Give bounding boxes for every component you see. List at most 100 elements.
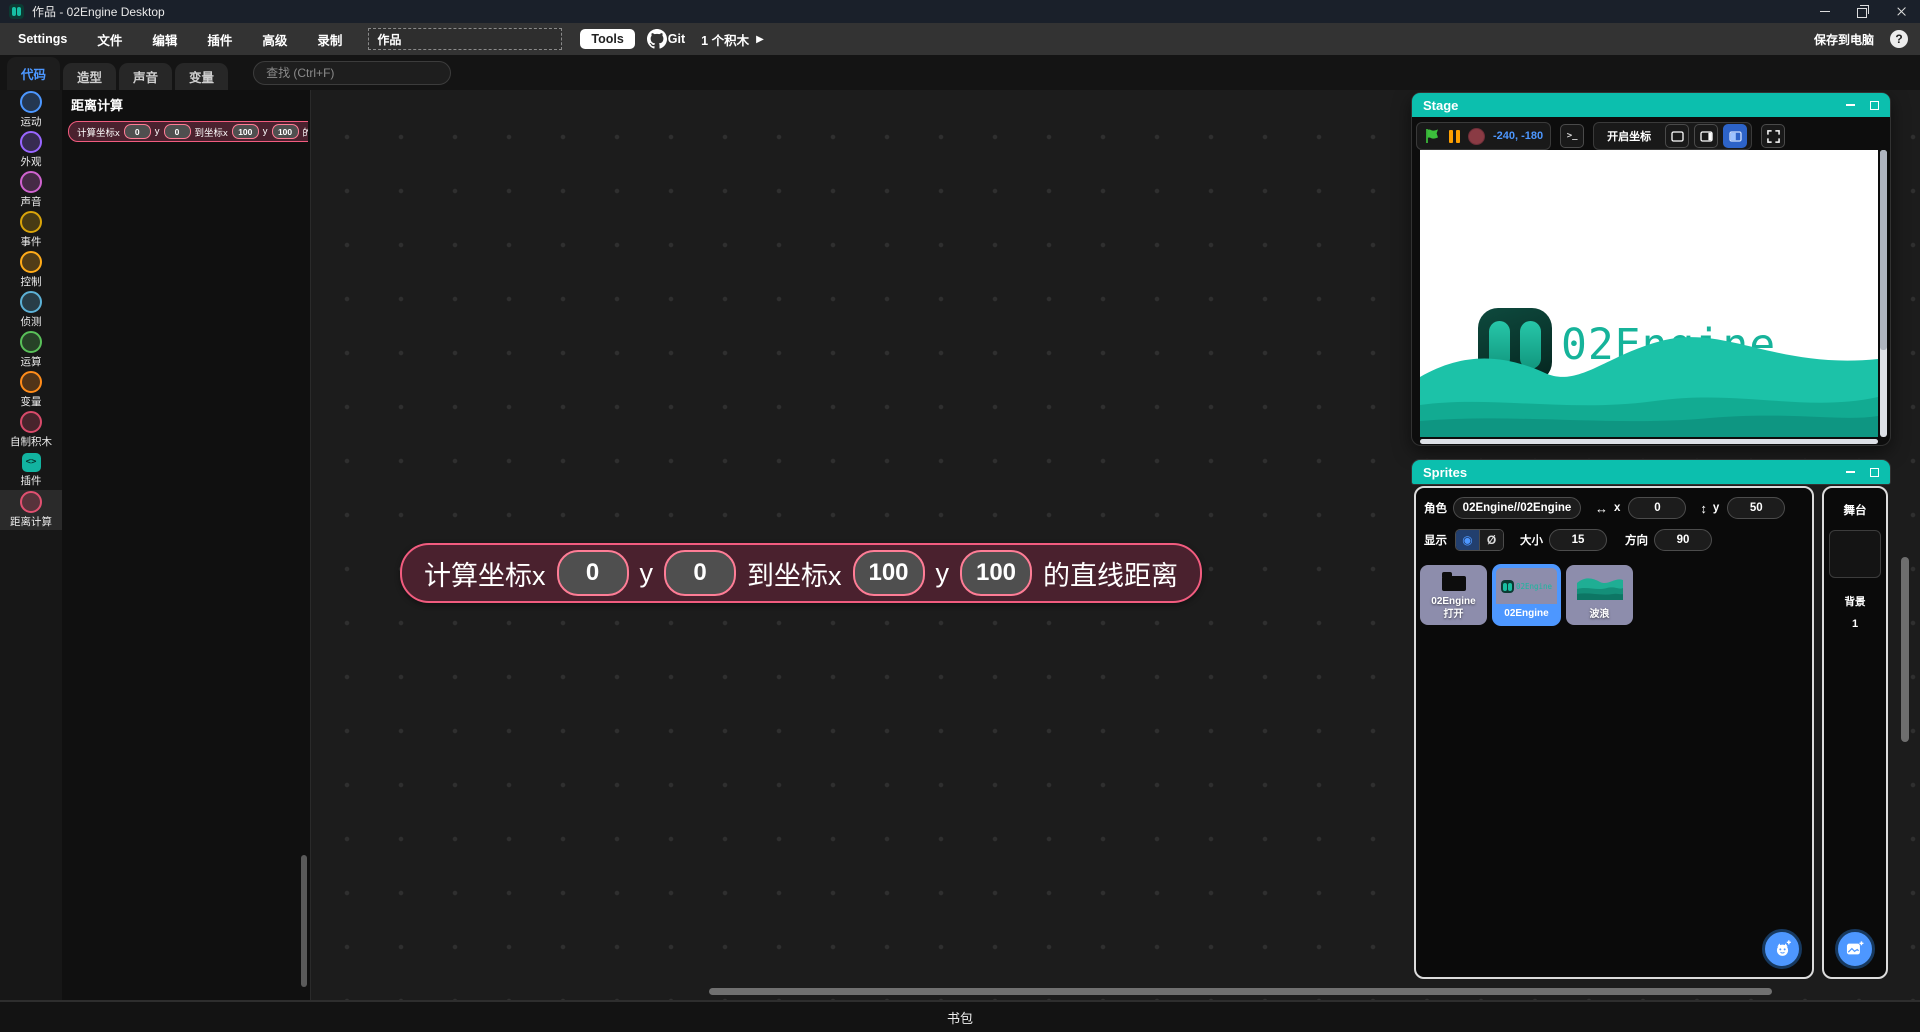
stage-maximize-icon[interactable] <box>1870 101 1879 110</box>
block-input-y2[interactable]: 100 <box>960 550 1032 596</box>
sprites-panel-header[interactable]: Sprites <box>1412 460 1890 484</box>
block-palette: 距离计算 计算坐标x 0 y 0 到坐标x 100 y 100 的直线距离 <box>62 90 311 1002</box>
backdrop-thumbnail[interactable] <box>1829 530 1881 578</box>
menu-item-edit[interactable]: 编辑 <box>140 30 189 49</box>
category-sensing[interactable]: 侦测 <box>0 290 62 330</box>
titlebar: 作品 - 02Engine Desktop <box>0 0 1920 23</box>
add-sprite-button[interactable] <box>1762 929 1802 969</box>
fullscreen-icon <box>1767 130 1780 143</box>
save-to-computer-button[interactable]: 保存到电脑 <box>1814 31 1874 48</box>
category-variables[interactable]: 变量 <box>0 370 62 410</box>
stage-vertical-scrollbar[interactable] <box>1880 150 1887 437</box>
toggle-coordinates-button[interactable]: 开启坐标 <box>1598 124 1660 148</box>
stage-viewport[interactable]: 02Engine <box>1420 150 1878 437</box>
tab-sounds[interactable]: 声音 <box>119 63 172 90</box>
stop-button[interactable] <box>1468 128 1485 145</box>
menu-item-advanced[interactable]: 高级 <box>250 30 299 49</box>
block-input-x2[interactable]: 100 <box>853 550 925 596</box>
category-sound-circle-icon <box>20 171 42 193</box>
add-backdrop-button[interactable] <box>1835 929 1875 969</box>
pause-button[interactable] <box>1449 130 1460 143</box>
git-button[interactable]: Git <box>647 29 685 49</box>
block-text: 到坐标x <box>747 554 842 593</box>
block-text: 的直线距离 <box>303 125 308 139</box>
sprites-minimize-icon[interactable] <box>1846 471 1855 473</box>
category-operators[interactable]: 运算 <box>0 330 62 370</box>
role-label: 角色 <box>1424 500 1447 516</box>
stage-size-medium-button[interactable] <box>1694 124 1718 148</box>
sprite-size-input[interactable]: 15 <box>1549 529 1607 551</box>
sprite-list: 02Engine打开02Engine02Engine波浪 <box>1416 551 1812 625</box>
minimize-button[interactable] <box>1806 0 1844 23</box>
block-text: y <box>936 558 950 589</box>
block-input-x2[interactable]: 100 <box>232 124 259 139</box>
stage-size-small-button[interactable] <box>1665 124 1689 148</box>
restore-button[interactable] <box>1844 0 1882 23</box>
stage-panel-header[interactable]: Stage <box>1412 93 1890 117</box>
sprites-maximize-icon[interactable] <box>1870 468 1879 477</box>
tab-costumes[interactable]: 造型 <box>63 63 116 90</box>
sprite-card-waves[interactable]: 波浪 <box>1566 565 1633 625</box>
tab-variables[interactable]: 变量 <box>175 63 228 90</box>
folder-icon <box>1442 576 1466 591</box>
sprite-thumbnail <box>1420 565 1487 595</box>
category-control[interactable]: 控制 <box>0 250 62 290</box>
sprite-card-02engine-open[interactable]: 02Engine打开 <box>1420 565 1487 625</box>
category-distance[interactable]: 距离计算 <box>0 490 62 530</box>
menu-item-settings[interactable]: Settings <box>6 32 79 46</box>
category-control-circle-icon <box>20 251 42 273</box>
sprite-direction-input[interactable]: 90 <box>1654 529 1712 551</box>
stage-minimize-icon[interactable] <box>1846 104 1855 106</box>
category-events[interactable]: 事件 <box>0 210 62 250</box>
canvas-horizontal-scrollbar[interactable] <box>709 988 1772 995</box>
category-motion[interactable]: 运动 <box>0 90 62 130</box>
backdrop-count: 1 <box>1824 618 1886 630</box>
sprite-row-2: 显示 ◉ Ø 大小 15 方向 90 <box>1416 519 1812 551</box>
sprite-y-input[interactable]: 50 <box>1727 497 1785 519</box>
block-count-indicator[interactable]: 1 个积木 ▶ <box>701 30 764 49</box>
hide-sprite-button[interactable]: Ø <box>1479 530 1503 550</box>
tab-code[interactable]: 代码 <box>7 57 60 90</box>
green-flag-button[interactable] <box>1424 128 1441 144</box>
tools-button[interactable]: Tools <box>580 29 634 49</box>
menu-item-file[interactable]: 文件 <box>85 30 134 49</box>
stage-horizontal-scrollbar[interactable] <box>1420 439 1878 444</box>
sprite-card-02engine[interactable]: 02Engine02Engine <box>1493 565 1560 625</box>
backpack-bar[interactable]: 书包 <box>0 1002 1920 1032</box>
sprite-x-input[interactable]: 0 <box>1628 497 1686 519</box>
waves-thumbnail <box>1577 568 1623 605</box>
category-extension[interactable]: <>插件 <box>0 450 62 490</box>
block-text: 的直线距离 <box>1043 554 1178 593</box>
fullscreen-button[interactable] <box>1761 124 1785 148</box>
stage-size-large-button[interactable] <box>1723 124 1747 148</box>
help-button[interactable]: ? <box>1890 30 1908 48</box>
console-button[interactable]: >_ <box>1560 124 1584 148</box>
app-window: 作品 - 02Engine Desktop Settings 文件编辑插件高级录制… <box>0 0 1920 1032</box>
visibility-toggle: ◉ Ø <box>1455 529 1504 551</box>
menubar-items: Settings 文件编辑插件高级录制 <box>0 30 354 49</box>
block-text: y <box>640 558 654 589</box>
block-input-x1[interactable]: 0 <box>557 550 629 596</box>
console-icon: >_ <box>1567 131 1578 141</box>
restore-icon <box>1857 8 1867 18</box>
category-sound[interactable]: 声音 <box>0 170 62 210</box>
search-input[interactable] <box>253 61 451 85</box>
sprite-name-input[interactable]: 02Engine//02Engine <box>1453 497 1581 519</box>
distance-block[interactable]: 计算坐标x 0 y 0 到坐标x 100 y 100 的直线距离 <box>400 543 1202 603</box>
sprite-thumbnail: 02Engine <box>1493 565 1560 604</box>
block-input-y1[interactable]: 0 <box>164 124 191 139</box>
block-input-y2[interactable]: 100 <box>272 124 299 139</box>
palette-block-distance[interactable]: 计算坐标x 0 y 0 到坐标x 100 y 100 的直线距离 <box>68 121 308 142</box>
category-looks[interactable]: 外观 <box>0 130 62 170</box>
palette-scrollbar[interactable] <box>301 855 307 987</box>
show-sprite-button[interactable]: ◉ <box>1456 530 1479 550</box>
block-input-y1[interactable]: 0 <box>664 550 736 596</box>
block-input-x1[interactable]: 0 <box>124 124 151 139</box>
category-myblocks[interactable]: 自制积木 <box>0 410 62 450</box>
stage-selector-column[interactable]: 舞台 背景 1 <box>1822 486 1888 979</box>
close-button[interactable] <box>1882 0 1920 23</box>
menu-item-record[interactable]: 录制 <box>305 30 354 49</box>
project-name-input[interactable] <box>368 28 562 50</box>
menu-item-plugins[interactable]: 插件 <box>195 30 244 49</box>
page-vertical-scrollbar[interactable] <box>1901 557 1909 742</box>
